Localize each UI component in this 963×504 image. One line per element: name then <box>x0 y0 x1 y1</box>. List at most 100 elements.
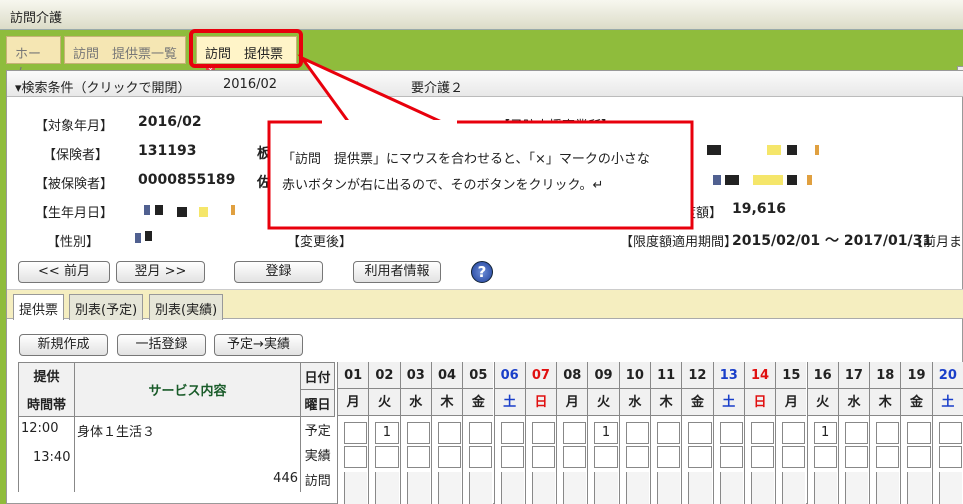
row-start-time: 12:00 <box>21 421 59 436</box>
actual-cell[interactable] <box>688 446 712 468</box>
weekday: 金 <box>901 389 932 416</box>
day-column: 06 土 <box>493 362 525 504</box>
search-toggle[interactable]: ▾検索条件（クリックで開閉） 2016/02 子 要介護２ <box>7 71 963 97</box>
plan-to-actual-button[interactable]: 予定→実績 <box>214 334 303 356</box>
actual-cell[interactable] <box>500 446 524 468</box>
row-service-name: 身体１生活３ <box>77 425 156 440</box>
day-column: 13 土 <box>712 362 744 504</box>
actual-cell[interactable] <box>844 446 869 468</box>
prev-month-label: 【前月ま <box>910 235 963 250</box>
day-column: 05 金 <box>462 362 494 504</box>
redaction <box>787 145 797 155</box>
plan-cell[interactable]: 1 <box>375 422 399 444</box>
plan-cell[interactable] <box>719 422 743 444</box>
prev-month-button[interactable]: << 前月 <box>18 261 110 283</box>
day-number: 16 <box>807 362 838 389</box>
actual-cell[interactable] <box>594 446 618 468</box>
office-label: 【予防支援事業所】 <box>497 119 615 134</box>
visit-cell <box>344 472 368 504</box>
insured-value: 0000855189 <box>138 172 236 188</box>
weekday: 火 <box>588 389 619 416</box>
day-number: 02 <box>369 362 400 389</box>
plan-cell[interactable] <box>531 422 556 444</box>
plan-cell[interactable] <box>688 422 712 444</box>
col-time-label-2: 時間帯 <box>26 398 66 413</box>
plan-cell[interactable] <box>938 422 962 444</box>
actual-cell[interactable] <box>625 446 649 468</box>
visit-cell <box>657 472 681 504</box>
plan-cell[interactable] <box>437 422 462 444</box>
plan-cell[interactable] <box>750 422 775 444</box>
visit-cell <box>876 472 900 504</box>
weekday: 月 <box>776 389 807 416</box>
plan-cell[interactable] <box>500 422 524 444</box>
redaction <box>713 175 721 185</box>
subtab-plan-annex[interactable]: 別表(予定) <box>69 294 144 320</box>
day-column: 01 月 <box>337 362 369 504</box>
row-units: 446 <box>273 471 298 486</box>
day-number: 19 <box>901 362 932 389</box>
day-number: 07 <box>525 362 557 389</box>
register-button[interactable]: 登録 <box>234 261 323 283</box>
actual-cell[interactable] <box>344 446 368 468</box>
weekday: 月 <box>338 389 369 416</box>
day-number: 17 <box>838 362 870 389</box>
visit-cell <box>782 472 806 504</box>
bulk-register-button[interactable]: 一括登録 <box>117 334 206 356</box>
actual-cell[interactable] <box>469 446 493 468</box>
plan-cell[interactable] <box>844 422 869 444</box>
schedule-grid: 提供 時間帯 サービス内容 日付 曜日 12:00 13:40 身体１生活３ 4… <box>18 362 335 492</box>
day-column: 19 金 <box>900 362 932 504</box>
new-button[interactable]: 新規作成 <box>19 334 108 356</box>
limit-value: 19,616 <box>732 201 787 217</box>
gender-label: 【性別】 <box>47 235 100 250</box>
limit-period-label: 【限度額適用期間】 <box>620 235 738 250</box>
plan-cell[interactable]: 1 <box>813 422 837 444</box>
plan-cell[interactable] <box>782 422 806 444</box>
plan-cell[interactable] <box>406 422 430 444</box>
plan-cell[interactable] <box>469 422 493 444</box>
visit-cell <box>750 472 775 504</box>
actual-cell[interactable] <box>782 446 806 468</box>
actual-cell[interactable] <box>907 446 931 468</box>
actual-cell[interactable] <box>657 446 681 468</box>
weekday: 日 <box>525 389 557 416</box>
col-service-header: サービス内容 <box>74 362 301 417</box>
actual-cell[interactable] <box>719 446 743 468</box>
plan-cell[interactable] <box>563 422 587 444</box>
help-icon[interactable]: ? <box>471 261 493 283</box>
tab-home[interactable]: ホーム <box>6 36 61 81</box>
actual-cell[interactable] <box>375 446 399 468</box>
user-info-button[interactable]: 利用者情報 <box>353 261 441 283</box>
actual-cell[interactable] <box>813 446 837 468</box>
birth-label: 【生年月日】 <box>35 206 114 221</box>
subtab-sheet[interactable]: 提供票 <box>13 294 65 320</box>
insured-trail: 佐 <box>257 175 271 191</box>
actual-cell[interactable] <box>876 446 900 468</box>
actual-cell[interactable] <box>437 446 462 468</box>
actual-cell[interactable] <box>531 446 556 468</box>
plan-cell[interactable] <box>907 422 931 444</box>
row-service[interactable]: 身体１生活３ 446 <box>74 416 301 492</box>
target-month-value: 2016/02 <box>138 114 202 130</box>
redaction <box>145 231 152 241</box>
day-column: 11 木 <box>650 362 682 504</box>
tab-visit-list[interactable]: 訪問 提供票一覧 <box>64 36 186 64</box>
plan-cell[interactable] <box>344 422 368 444</box>
redaction <box>767 145 781 155</box>
actual-cell[interactable] <box>938 446 962 468</box>
next-month-button[interactable]: 翌月 >> <box>116 261 205 283</box>
plan-cell[interactable]: 1 <box>594 422 618 444</box>
visit-cell <box>469 472 493 504</box>
actual-cell[interactable] <box>750 446 775 468</box>
actual-cell[interactable] <box>406 446 430 468</box>
subtab-actual-annex[interactable]: 別表(実績) <box>149 294 224 320</box>
day-number: 12 <box>682 362 713 389</box>
actual-cell[interactable] <box>563 446 587 468</box>
day-number: 14 <box>744 362 776 389</box>
plan-cell[interactable] <box>657 422 681 444</box>
row-actual-label: 実績 <box>304 448 331 464</box>
day-column: 02 火 1 <box>368 362 400 504</box>
plan-cell[interactable] <box>625 422 649 444</box>
plan-cell[interactable] <box>876 422 900 444</box>
